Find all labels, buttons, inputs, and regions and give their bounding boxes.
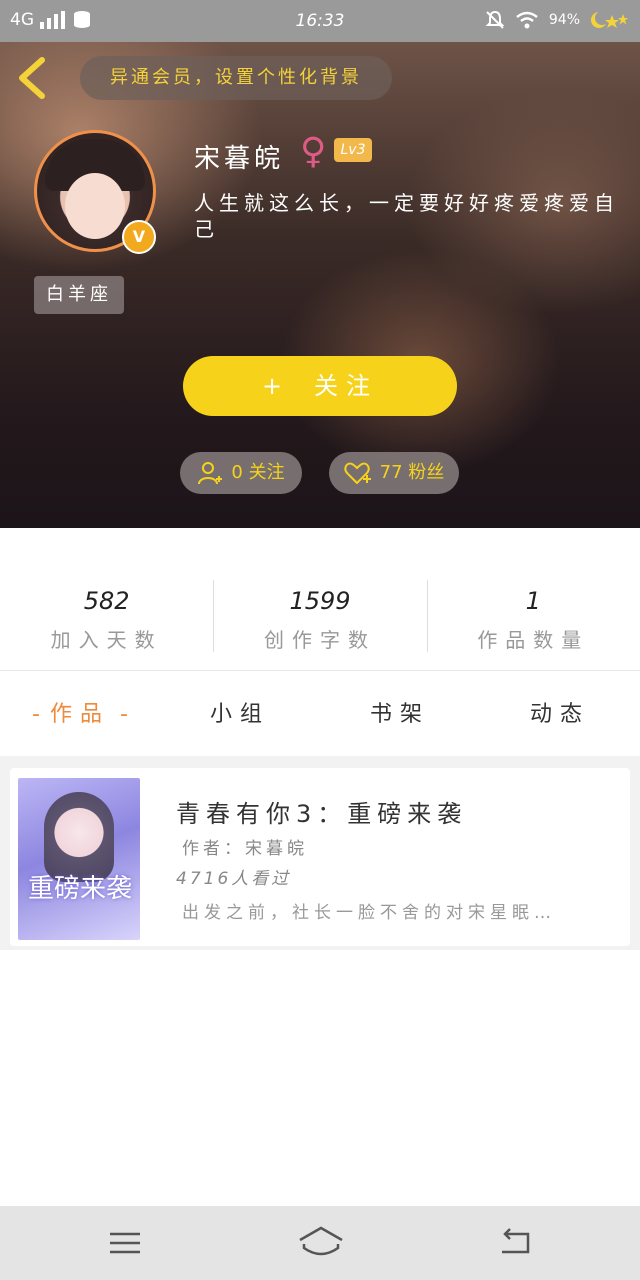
stats-row: 582 加入天数 1599 创作字数 1 作品数量 [0,570,640,656]
plus-icon: + [261,372,291,400]
tab-bookshelf[interactable]: 书架 [320,690,480,740]
set-background-button[interactable]: 异通会员，设置个性化背景 [80,56,392,100]
profile-header: 异通会员，设置个性化背景 V 宋暮皖 ♀ Lv3 人生就这么长，一定要好好疼爱疼… [0,42,640,528]
username: 宋暮皖 [194,144,285,174]
wifi-icon [516,11,538,29]
mute-icon [485,10,505,29]
follow-button[interactable]: + 关注 [183,356,457,416]
home-button[interactable] [298,1226,344,1260]
stat-value: 582 [83,587,130,615]
following-count: 0 关注 [231,462,285,483]
fans-count: 77 粉丝 [379,462,445,483]
menu-button[interactable] [106,1226,146,1260]
status-bar: 4G 16:33 94% [0,0,640,42]
tab-works[interactable]: - 作品 - [0,690,160,740]
heart-add-icon [344,462,371,485]
battery-level: 94% [548,12,580,28]
follow-label: 关注 [314,372,379,400]
tab-groups[interactable]: 小组 [160,690,320,740]
tab-label: 作品 [49,702,110,727]
stat-label: 作品数量 [477,628,590,652]
vip-badge: V [122,220,156,254]
cover-title: 重磅来袭 [28,874,133,904]
back-button[interactable] [12,56,56,100]
fans-count-button[interactable]: 77 粉丝 [329,452,459,494]
work-author: 作者：宋暮皖 [182,839,308,859]
level-badge: Lv3 [334,138,372,162]
tab-updates[interactable]: 动态 [480,690,640,740]
following-count-button[interactable]: 0 关注 [180,452,302,494]
cover-illustration [44,792,114,882]
profile-tabs: - 作品 - 小组 书架 动态 [0,690,640,740]
home-icon [299,1226,343,1256]
stat-label: 加入天数 [50,628,163,652]
menu-icon [110,1232,140,1254]
work-description: 出发之前，社长一脸不舍的对宋星眠… [182,903,556,923]
active-dash-right: - [120,702,128,727]
work-card[interactable]: 重磅来袭 青春有你3：重磅来袭 作者：宋暮皖 4716人看过 出发之前，社长一脸… [10,768,630,946]
return-icon [502,1228,530,1254]
stat-label: 创作字数 [263,628,376,652]
stat-works-count: 1 作品数量 [426,570,640,656]
work-views: 4716人看过 [176,869,292,889]
work-title: 青春有你3：重磅来袭 [176,800,468,828]
female-icon: ♀ [300,131,327,172]
bio-text: 人生就这么长，一定要好好疼爱疼爱自己 [194,191,619,241]
stat-value: 1 [525,587,541,615]
stat-word-count: 1599 创作字数 [213,570,426,656]
active-dash-left: - [32,702,40,727]
zodiac-tag: 白羊座 [34,276,124,314]
avatar-face [65,173,125,239]
system-nav-bar [0,1206,640,1280]
divider [0,670,640,671]
stat-value: 1599 [289,587,351,615]
chevron-left-icon [19,57,45,99]
book-cover[interactable]: 重磅来袭 [18,778,140,940]
user-add-icon [198,462,223,485]
battery-icon [591,11,628,28]
stat-days-joined: 582 加入天数 [0,570,213,656]
system-back-button[interactable] [496,1226,536,1260]
